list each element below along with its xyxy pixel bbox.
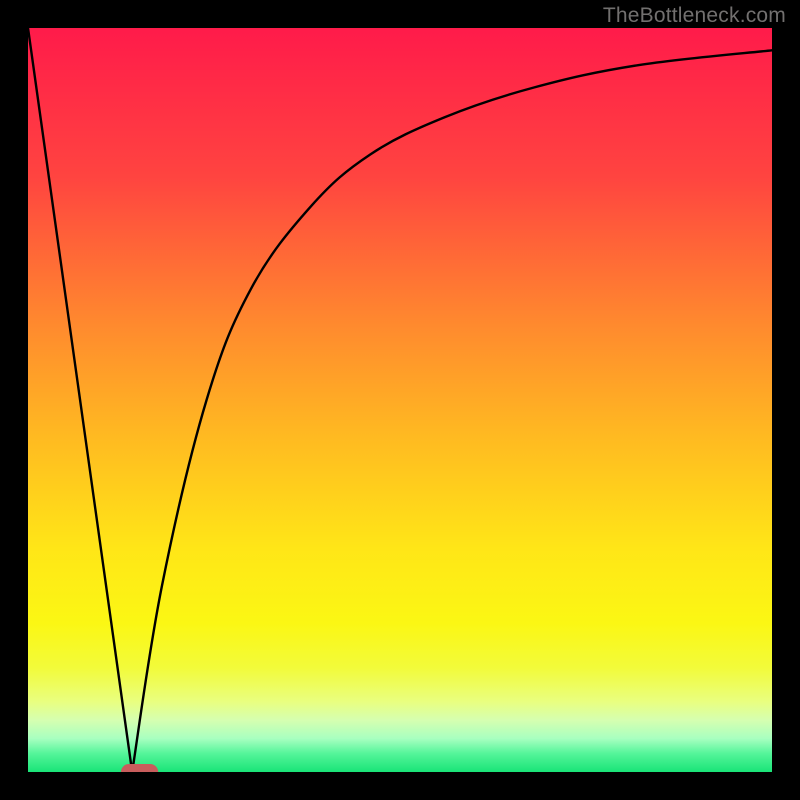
chart-svg (28, 28, 772, 772)
attribution-label: TheBottleneck.com (603, 4, 786, 28)
gradient-background (28, 28, 772, 772)
optimal-range-marker (121, 764, 158, 772)
chart-frame: TheBottleneck.com (0, 0, 800, 800)
plot-area (28, 28, 772, 772)
